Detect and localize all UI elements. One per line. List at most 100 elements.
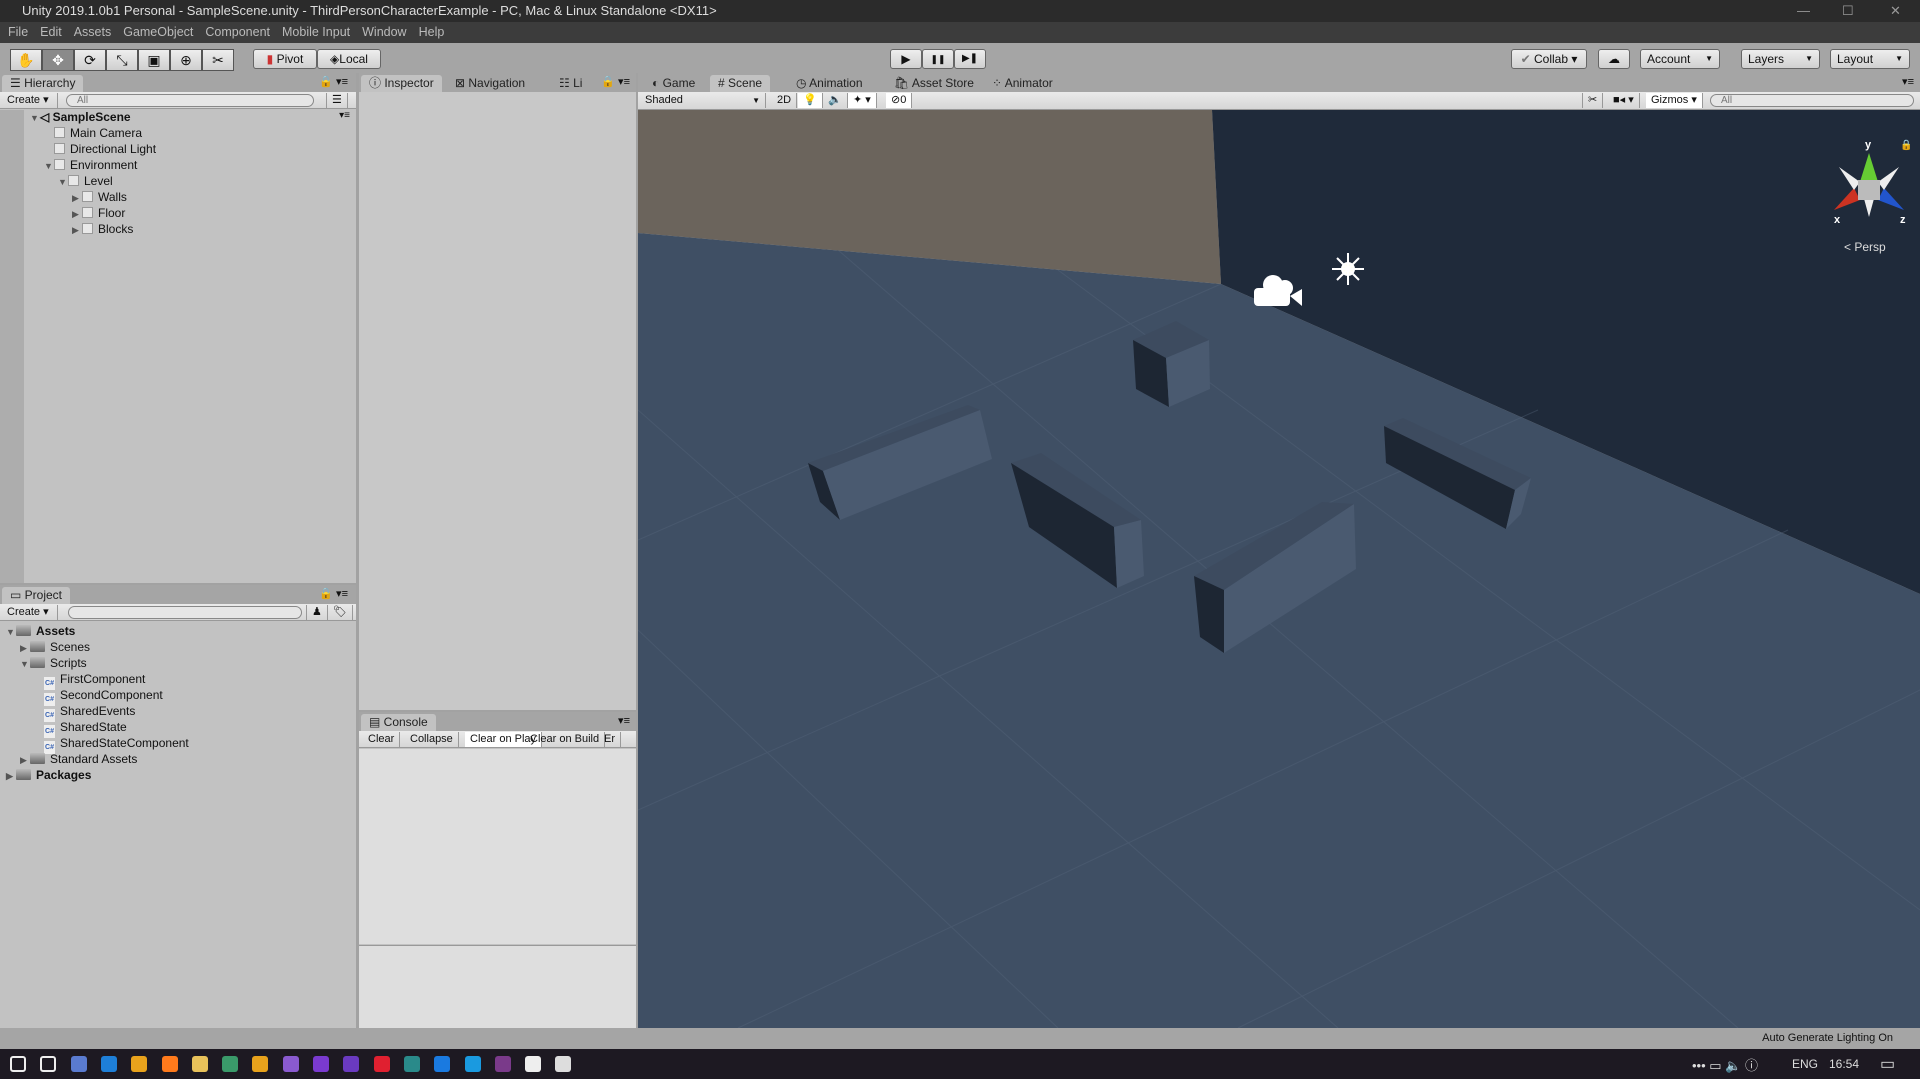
collab-dropdown[interactable]: ✔ Collab ▾ bbox=[1511, 49, 1587, 69]
chrome-taskbar-icon[interactable] bbox=[131, 1056, 148, 1072]
account-dropdown[interactable]: Account ▼ bbox=[1640, 49, 1720, 69]
expand-arrow-icon[interactable]: ▼ bbox=[44, 158, 54, 174]
rotate-tool-icon[interactable]: ⟳ bbox=[74, 49, 106, 71]
pause-button[interactable]: ❚❚ bbox=[922, 49, 954, 69]
tools-icon[interactable]: ✂ bbox=[1582, 93, 1604, 108]
file-explorer-taskbar-icon[interactable] bbox=[191, 1056, 208, 1072]
scale-tool-icon[interactable]: ⤡ bbox=[106, 49, 138, 71]
language-indicator[interactable]: ENG bbox=[1792, 1057, 1818, 1071]
slack-taskbar-icon[interactable] bbox=[494, 1056, 511, 1072]
console-clear-on-build-button[interactable]: Clear on Build bbox=[525, 732, 606, 747]
tray-icons[interactable]: ••• ▭ 🔈 ⓘ bbox=[1692, 1055, 1758, 1074]
search-taskbar-icon[interactable] bbox=[40, 1056, 57, 1072]
hierarchy-item[interactable]: ▶ Walls bbox=[72, 189, 127, 206]
audio-toggle-icon[interactable]: 🔈 bbox=[823, 93, 848, 108]
notifications-icon[interactable]: ▭ bbox=[1880, 1054, 1895, 1074]
tab-scene[interactable]: # Scene bbox=[710, 75, 771, 92]
hierarchy-item[interactable]: ▶ Blocks bbox=[72, 221, 133, 238]
step-button[interactable]: ▶❚ bbox=[954, 49, 986, 69]
transform-tool-icon[interactable]: ⊕ bbox=[170, 49, 202, 71]
tab-inspector[interactable]: ⓘ Inspector bbox=[361, 75, 442, 92]
panel-menu-icon[interactable]: 🔒 ▾≡ bbox=[601, 75, 630, 88]
hierarchy-item[interactable]: ▼ Environment bbox=[44, 157, 137, 174]
expand-arrow-icon[interactable]: ▶ bbox=[6, 768, 16, 784]
visual-studio-taskbar-icon[interactable] bbox=[282, 1056, 299, 1072]
skype-taskbar-icon[interactable] bbox=[464, 1056, 481, 1072]
close-button[interactable]: ✕ bbox=[1890, 0, 1901, 22]
tab-game[interactable]: ◐ Game bbox=[644, 75, 703, 92]
lock-icon[interactable]: 🔒 bbox=[1900, 139, 1912, 151]
console-clear-button[interactable]: Clear bbox=[363, 732, 401, 747]
create-dropdown[interactable]: Create ▾ bbox=[2, 605, 58, 620]
editor-taskbar-icon[interactable] bbox=[403, 1056, 420, 1072]
create-dropdown[interactable]: Create ▾ bbox=[2, 93, 58, 108]
project-item[interactable]: ▶ Scenes bbox=[20, 639, 90, 656]
lighting-toggle-icon[interactable]: 💡 bbox=[798, 93, 823, 108]
pivot-toggle[interactable]: ▮ Pivot bbox=[253, 49, 317, 69]
project-item[interactable]: ▶ Packages bbox=[6, 767, 91, 784]
hierarchy-item[interactable]: Directional Light bbox=[44, 141, 156, 157]
scene-viewport[interactable]: y x z 🔒 < Persp bbox=[638, 110, 1920, 1028]
visual-studio-preview-taskbar-icon[interactable] bbox=[313, 1056, 329, 1072]
atom-taskbar-icon[interactable] bbox=[222, 1056, 239, 1072]
menu-help[interactable]: Help bbox=[419, 25, 445, 39]
project-search-input[interactable] bbox=[68, 606, 302, 619]
tab-li[interactable]: ☷ Li bbox=[551, 75, 590, 92]
custom-tool-icon[interactable]: ✂ bbox=[202, 49, 234, 71]
expand-arrow-icon[interactable]: ▶ bbox=[72, 222, 82, 238]
menu-gameobject[interactable]: GameObject bbox=[123, 25, 193, 39]
effects-toggle-icon[interactable]: ✦ ▾ bbox=[848, 93, 877, 108]
camera-settings-icon[interactable]: ■◂ ▾ bbox=[1608, 93, 1640, 108]
play-button[interactable]: ▶ bbox=[890, 49, 922, 69]
firefox-taskbar-icon[interactable] bbox=[161, 1056, 178, 1072]
vscode-taskbar-icon[interactable] bbox=[434, 1056, 451, 1072]
tab-console[interactable]: ▤ Console bbox=[361, 714, 436, 731]
filter-by-label-icon[interactable]: 🏷 bbox=[328, 605, 353, 620]
hierarchy-search-input[interactable]: All bbox=[66, 94, 314, 107]
expand-arrow-icon[interactable]: ▼ bbox=[6, 624, 16, 640]
menu-window[interactable]: Window bbox=[362, 25, 406, 39]
expand-arrow-icon[interactable]: ▼ bbox=[58, 174, 68, 190]
scene-root[interactable]: ▼◁ SampleScene bbox=[30, 109, 131, 126]
menu-assets[interactable]: Assets bbox=[74, 25, 112, 39]
layout-dropdown[interactable]: Layout ▼ bbox=[1830, 49, 1910, 69]
hierarchy-item[interactable]: Main Camera bbox=[44, 125, 142, 141]
expand-arrow-icon[interactable]: ▶ bbox=[20, 752, 30, 768]
tab-asset-store[interactable]: 🛍 Asset Store bbox=[886, 75, 982, 92]
hidden-objects-toggle[interactable]: ⊘0 bbox=[886, 93, 913, 108]
scene-menu-icon[interactable]: ▾≡ bbox=[339, 110, 350, 121]
start-taskbar-icon[interactable] bbox=[10, 1056, 26, 1072]
gizmos-dropdown[interactable]: Gizmos ▾ bbox=[1646, 93, 1703, 108]
console-er-button[interactable]: Er bbox=[599, 732, 621, 747]
console-log-list[interactable] bbox=[359, 749, 636, 944]
lighting-status[interactable]: Auto Generate Lighting On bbox=[1762, 1028, 1893, 1049]
console-collapse-button[interactable]: Collapse bbox=[405, 732, 459, 747]
app-taskbar-icon[interactable] bbox=[70, 1056, 87, 1072]
minimize-button[interactable]: — bbox=[1797, 0, 1810, 22]
hierarchy-item[interactable]: ▶ Floor bbox=[72, 205, 125, 222]
maximize-button[interactable]: ☐ bbox=[1842, 0, 1854, 22]
move-tool-icon[interactable]: ✥ bbox=[42, 49, 74, 71]
expand-arrow-icon[interactable]: ▼ bbox=[20, 656, 30, 672]
projection-toggle[interactable]: < Persp bbox=[1844, 240, 1886, 254]
panel-menu-icon[interactable]: 🔒 ▾≡ bbox=[319, 75, 348, 88]
project-item[interactable]: ▼ Scripts bbox=[20, 655, 87, 672]
expand-arrow-icon[interactable]: ▶ bbox=[72, 206, 82, 222]
2d-toggle[interactable]: 2D bbox=[772, 93, 798, 108]
menu-mobile-input[interactable]: Mobile Input bbox=[282, 25, 350, 39]
unity-hub-taskbar-icon[interactable] bbox=[525, 1056, 542, 1072]
hand-tool-icon[interactable]: ✋ bbox=[10, 49, 42, 71]
shading-dropdown[interactable]: Shaded ▼ bbox=[640, 93, 766, 108]
expand-arrow-icon[interactable]: ▶ bbox=[72, 190, 82, 206]
visual-studio-2-taskbar-icon[interactable] bbox=[343, 1056, 360, 1072]
scene-search-input[interactable]: All bbox=[1710, 94, 1914, 107]
menu-edit[interactable]: Edit bbox=[40, 25, 62, 39]
panel-menu-icon[interactable]: ▾≡ bbox=[618, 714, 630, 727]
local-toggle[interactable]: ◈Local bbox=[317, 49, 381, 69]
tab-navigation[interactable]: ⊠ Navigation bbox=[447, 75, 533, 92]
tab-animation[interactable]: ◷ Animation bbox=[788, 75, 871, 92]
toggl-taskbar-icon[interactable] bbox=[373, 1056, 390, 1072]
expand-arrow-icon[interactable]: ▶ bbox=[20, 640, 30, 656]
panel-menu-icon[interactable]: 🔒 ▾≡ bbox=[319, 587, 348, 600]
edge-taskbar-icon[interactable] bbox=[100, 1056, 117, 1072]
